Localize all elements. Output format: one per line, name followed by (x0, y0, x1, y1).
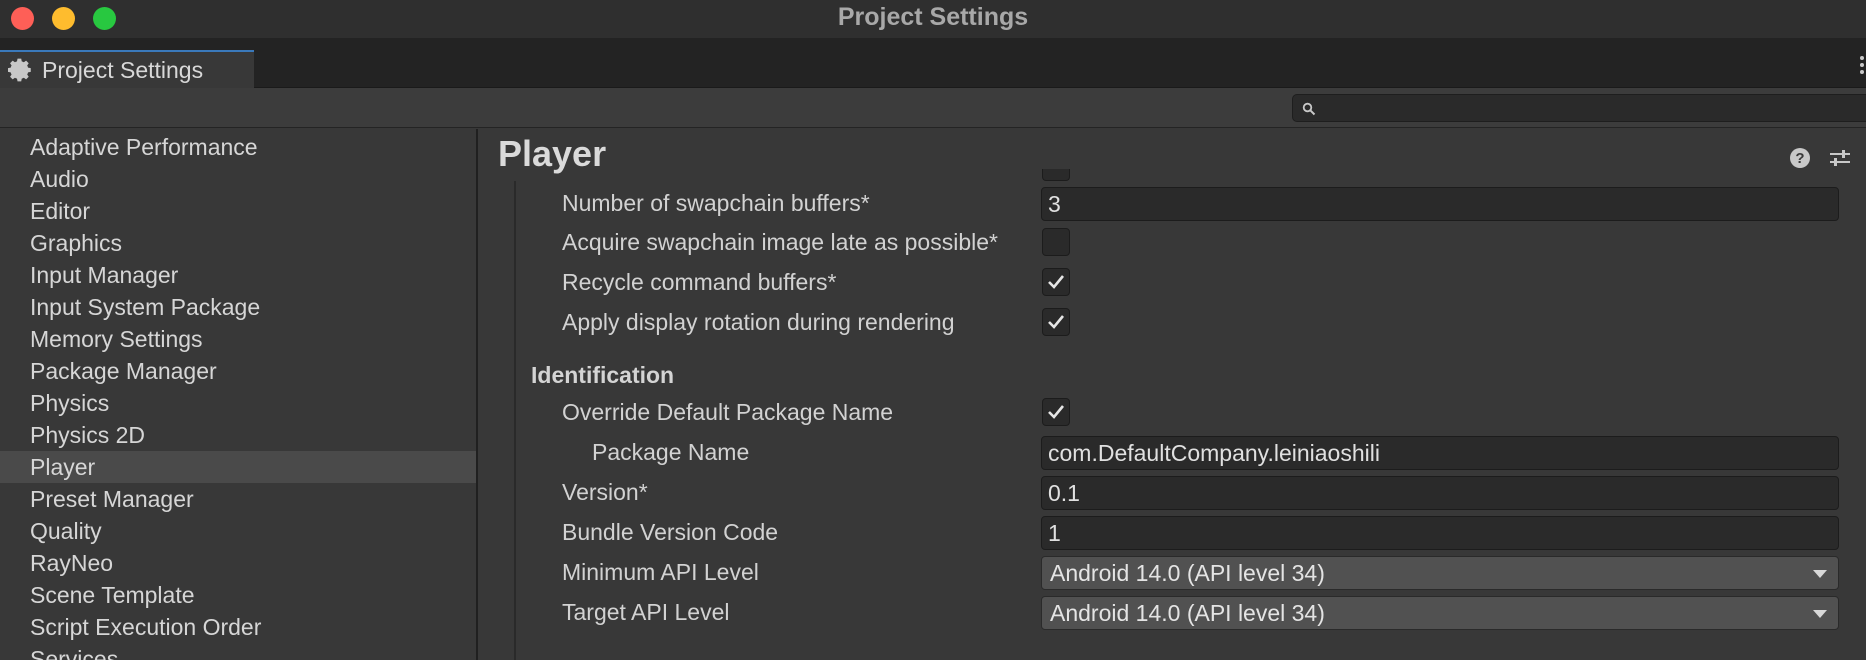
recycle-buffers-checkbox[interactable] (1042, 268, 1070, 296)
override-package-label: Override Default Package Name (562, 399, 894, 425)
svg-text:?: ? (1795, 150, 1804, 167)
checkmark-icon (1048, 275, 1065, 289)
acquire-late-checkbox[interactable] (1042, 228, 1070, 256)
package-name-field[interactable] (1041, 436, 1839, 470)
checkmark-icon (1048, 405, 1065, 419)
title-bar: Project Settings (0, 0, 1866, 38)
sidebar-item-adaptive-performance[interactable]: Adaptive Performance (0, 131, 476, 163)
help-icon[interactable]: ? (1789, 147, 1811, 169)
identification-header[interactable]: Identification (531, 359, 674, 391)
chevron-down-icon (1813, 570, 1827, 578)
sidebar-item-script-execution-order[interactable]: Script Execution Order (0, 611, 476, 643)
target-api-label: Target API Level (562, 599, 730, 625)
sidebar-item-physics-2d[interactable]: Physics 2D (0, 419, 476, 451)
display-rotation-label: Apply display rotation during rendering (562, 309, 955, 335)
bundle-code-label: Bundle Version Code (562, 519, 779, 545)
tab-project-settings[interactable]: Project Settings (0, 50, 254, 88)
version-label: Version* (562, 479, 648, 505)
package-name-label: Package Name (592, 439, 750, 465)
more-options-icon[interactable] (1858, 54, 1866, 80)
chevron-down-icon (1813, 610, 1827, 618)
search-icon (1302, 102, 1316, 116)
min-api-value: Android 14.0 (API level 34) (1050, 560, 1325, 586)
sidebar-item-package-manager[interactable]: Package Manager (0, 355, 476, 387)
presets-icon[interactable] (1828, 146, 1852, 170)
sidebar-item-editor[interactable]: Editor (0, 195, 476, 227)
page-title: Player (498, 133, 607, 174)
min-api-label: Minimum API Level (562, 559, 759, 585)
sidebar-item-memory-settings[interactable]: Memory Settings (0, 323, 476, 355)
window-title: Project Settings (837, 3, 1029, 31)
sidebar-item-input-manager[interactable]: Input Manager (0, 259, 476, 291)
search-row (0, 88, 1866, 128)
section-indent-line (514, 181, 516, 660)
swapchain-buffers-field[interactable] (1041, 187, 1839, 221)
target-api-value: Android 14.0 (API level 34) (1050, 600, 1325, 626)
version-field[interactable] (1041, 476, 1839, 510)
sidebar-item-physics[interactable]: Physics (0, 387, 476, 419)
tab-label: Project Settings (42, 57, 204, 83)
bundle-code-field[interactable] (1041, 516, 1839, 550)
sidebar-item-scene-template[interactable]: Scene Template (0, 579, 476, 611)
gear-icon (8, 58, 31, 82)
display-rotation-checkbox[interactable] (1042, 308, 1070, 336)
tab-strip: Project Settings (0, 38, 1866, 88)
settings-sidebar: Adaptive Performance Audio Editor Graphi… (0, 129, 476, 660)
target-api-dropdown[interactable]: Android 14.0 (API level 34) (1041, 596, 1839, 630)
min-api-dropdown[interactable]: Android 14.0 (API level 34) (1041, 556, 1839, 590)
sidebar-item-services[interactable]: Services (0, 643, 476, 660)
inspector-panel: Player ? Number of swapchain buffers* Ac… (478, 129, 1866, 660)
recycle-buffers-label: Recycle command buffers* (562, 269, 837, 295)
sidebar-item-preset-manager[interactable]: Preset Manager (0, 483, 476, 515)
acquire-late-label: Acquire swapchain image late as possible… (562, 229, 998, 255)
sidebar-item-player[interactable]: Player (0, 451, 476, 483)
checkmark-icon (1048, 315, 1065, 329)
sidebar-item-graphics[interactable]: Graphics (0, 227, 476, 259)
sidebar-item-input-system-package[interactable]: Input System Package (0, 291, 476, 323)
sidebar-item-quality[interactable]: Quality (0, 515, 476, 547)
clipped-checkbox[interactable] (1042, 169, 1070, 181)
override-package-checkbox[interactable] (1042, 398, 1070, 426)
search-input[interactable] (1292, 94, 1866, 122)
swapchain-buffers-label: Number of swapchain buffers* (562, 190, 870, 216)
sidebar-item-audio[interactable]: Audio (0, 163, 476, 195)
sidebar-item-rayneo[interactable]: RayNeo (0, 547, 476, 579)
